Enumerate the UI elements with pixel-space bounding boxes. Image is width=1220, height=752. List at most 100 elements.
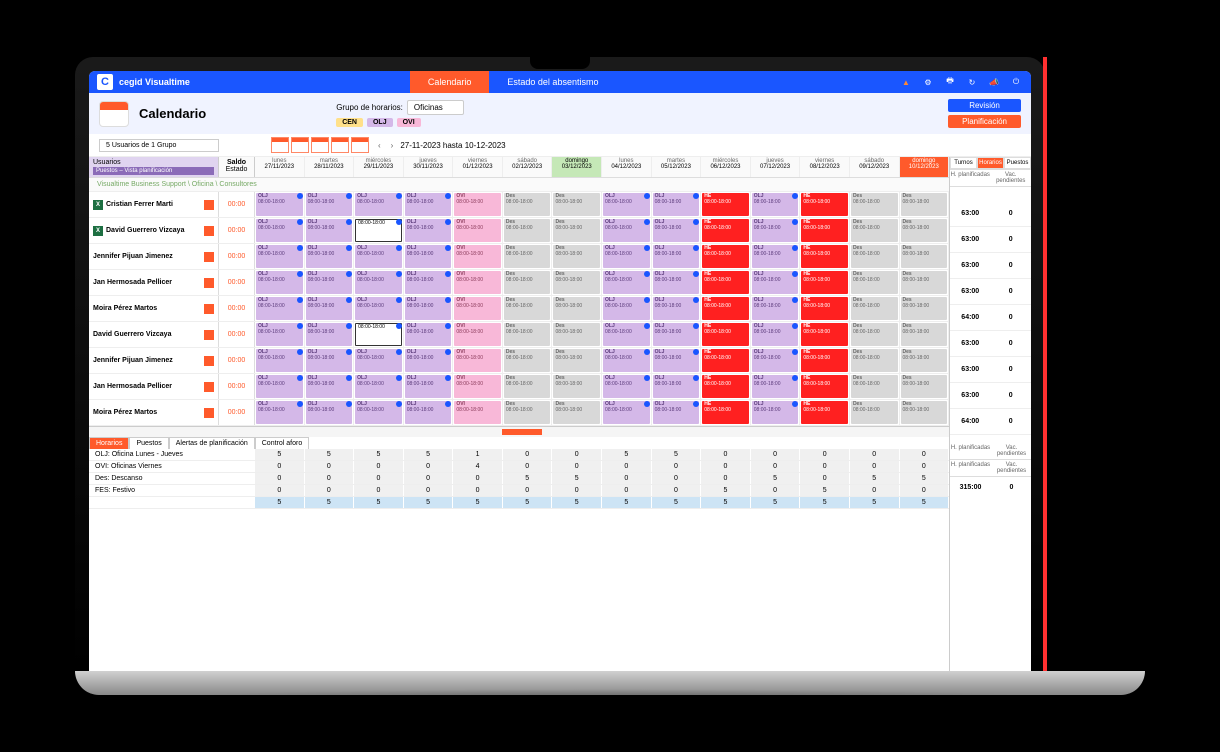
schedule-cell[interactable]: HE08:00-18:00 <box>800 296 850 321</box>
schedule-cell[interactable]: OLJ08:00-18:00 <box>652 374 702 399</box>
search-input[interactable]: 5 Usuarios de 1 Grupo <box>99 139 219 152</box>
excel-icon[interactable]: X <box>93 200 103 210</box>
schedule-cell[interactable]: OLJ08:00-18:00 <box>652 270 702 295</box>
schedule-cell[interactable]: OLJ08:00-18:00 <box>305 296 355 321</box>
view-cal-2[interactable] <box>291 137 309 153</box>
side-tab-puestos[interactable]: Puestos <box>1004 157 1031 169</box>
schedule-cell[interactable]: HE08:00-18:00 <box>800 270 850 295</box>
schedule-cell[interactable]: Des08:00-18:00 <box>900 400 950 425</box>
schedule-cell[interactable]: OLJ08:00-18:00 <box>404 322 454 347</box>
view-cal-4[interactable] <box>331 137 349 153</box>
schedule-cell[interactable]: OVI08:00-18:00 <box>453 244 503 269</box>
schedule-cell[interactable]: OLJ08:00-18:00 <box>255 374 305 399</box>
schedule-cell[interactable]: OLJ08:00-18:00 <box>602 218 652 243</box>
schedule-cell[interactable]: OLJ08:00-18:00 <box>354 296 404 321</box>
schedule-cell[interactable]: OLJ08:00-18:00 <box>652 296 702 321</box>
hdr-day[interactable]: miércoles29/11/2023 <box>354 157 404 177</box>
hdr-day[interactable]: jueves07/12/2023 <box>751 157 801 177</box>
prev-arrow-icon[interactable]: ‹ <box>375 141 384 150</box>
schedule-cell[interactable]: OLJ08:00-18:00 <box>652 322 702 347</box>
schedule-cell[interactable]: OVI08:00-18:00 <box>453 400 503 425</box>
status-icon[interactable] <box>204 252 214 262</box>
schedule-cell[interactable]: Des08:00-18:00 <box>900 270 950 295</box>
schedule-cell[interactable]: Des08:00-18:00 <box>850 244 900 269</box>
status-icon[interactable] <box>204 382 214 392</box>
warning-icon[interactable]: ▲ <box>899 75 913 89</box>
schedule-cell[interactable]: Des08:00-18:00 <box>900 374 950 399</box>
schedule-cell[interactable]: Des08:00-18:00 <box>850 374 900 399</box>
hdr-day[interactable]: jueves30/11/2023 <box>404 157 454 177</box>
schedule-cell[interactable]: OLJ08:00-18:00 <box>404 218 454 243</box>
schedule-cell[interactable]: 08:00-18:00 <box>354 322 404 347</box>
share-icon[interactable]: ⚙ <box>921 75 935 89</box>
schedule-cell[interactable]: Des08:00-18:00 <box>503 322 553 347</box>
view-cal-1[interactable] <box>271 137 289 153</box>
schedule-cell[interactable]: OLJ08:00-18:00 <box>751 244 801 269</box>
print-icon[interactable]: 🖶 <box>943 75 957 89</box>
planificacion-button[interactable]: Planificación <box>948 115 1021 128</box>
schedule-cell[interactable]: Des08:00-18:00 <box>503 374 553 399</box>
schedule-cell[interactable]: Des08:00-18:00 <box>552 296 602 321</box>
schedule-cell[interactable]: Des08:00-18:00 <box>552 244 602 269</box>
schedule-cell[interactable]: OLJ08:00-18:00 <box>305 192 355 217</box>
schedule-cell[interactable]: Des08:00-18:00 <box>503 348 553 373</box>
schedule-cell[interactable]: OVI08:00-18:00 <box>453 270 503 295</box>
schedule-cell[interactable]: OLJ08:00-18:00 <box>354 400 404 425</box>
hdr-day[interactable]: martes05/12/2023 <box>652 157 702 177</box>
schedule-cell[interactable]: Des08:00-18:00 <box>503 270 553 295</box>
schedule-cell[interactable]: Des08:00-18:00 <box>552 192 602 217</box>
schedule-cell[interactable]: HE08:00-18:00 <box>701 296 751 321</box>
schedule-cell[interactable]: OVI08:00-18:00 <box>453 192 503 217</box>
bottom-tab[interactable]: Alertas de planificación <box>169 437 255 449</box>
schedule-cell[interactable]: OLJ08:00-18:00 <box>602 322 652 347</box>
hdr-usuarios-sub[interactable]: Puestos – Vista planificación <box>93 167 214 175</box>
schedule-cell[interactable]: OLJ08:00-18:00 <box>255 348 305 373</box>
status-icon[interactable] <box>204 356 214 366</box>
schedule-cell[interactable]: OLJ08:00-18:00 <box>354 270 404 295</box>
hdr-usuarios[interactable]: Usuarios <box>93 159 214 166</box>
schedule-cell[interactable]: OLJ08:00-18:00 <box>255 322 305 347</box>
status-icon[interactable] <box>204 330 214 340</box>
schedule-cell[interactable]: OLJ08:00-18:00 <box>404 270 454 295</box>
employee-name[interactable]: XCristian Ferrer Marti <box>89 192 219 217</box>
hdr-day[interactable]: sábado02/12/2023 <box>503 157 553 177</box>
bottom-tab[interactable]: Horarios <box>89 437 129 449</box>
schedule-cell[interactable]: OLJ08:00-18:00 <box>751 400 801 425</box>
schedule-cell[interactable]: HE08:00-18:00 <box>800 244 850 269</box>
power-icon[interactable]: ⏻ <box>1009 75 1023 89</box>
schedule-cell[interactable]: HE08:00-18:00 <box>800 192 850 217</box>
side-tab-turnos[interactable]: Turnos <box>950 157 977 169</box>
employee-name[interactable]: XDavid Guerrero Vizcaya <box>89 218 219 243</box>
schedule-cell[interactable]: OLJ08:00-18:00 <box>652 218 702 243</box>
pill-ovi[interactable]: OVI <box>397 118 421 127</box>
hdr-day[interactable]: domingo10/12/2023 <box>900 157 950 177</box>
schedule-cell[interactable]: OVI08:00-18:00 <box>453 348 503 373</box>
pill-cen[interactable]: CEN <box>336 118 363 127</box>
schedule-cell[interactable]: OLJ08:00-18:00 <box>602 348 652 373</box>
employee-name[interactable]: Moira Pérez Martos <box>89 296 219 321</box>
schedule-cell[interactable]: Des08:00-18:00 <box>503 400 553 425</box>
hdr-day[interactable]: martes28/11/2023 <box>305 157 355 177</box>
schedule-cell[interactable]: OLJ08:00-18:00 <box>354 348 404 373</box>
schedule-cell[interactable]: OLJ08:00-18:00 <box>652 348 702 373</box>
schedule-cell[interactable]: OLJ08:00-18:00 <box>354 374 404 399</box>
hdr-day[interactable]: lunes27/11/2023 <box>255 157 305 177</box>
employee-name[interactable]: David Guerrero Vizcaya <box>89 322 219 347</box>
schedule-cell[interactable]: Des08:00-18:00 <box>850 348 900 373</box>
breadcrumb[interactable]: Visualtime Business Support \ Oficina \ … <box>89 178 949 192</box>
hdr-day[interactable]: lunes04/12/2023 <box>602 157 652 177</box>
schedule-cell[interactable]: Des08:00-18:00 <box>850 322 900 347</box>
schedule-cell[interactable]: OLJ08:00-18:00 <box>751 192 801 217</box>
schedule-cell[interactable]: OLJ08:00-18:00 <box>255 244 305 269</box>
hdr-day[interactable]: viernes08/12/2023 <box>800 157 850 177</box>
hdr-day[interactable]: sábado09/12/2023 <box>850 157 900 177</box>
pill-olj[interactable]: OLJ <box>367 118 393 127</box>
schedule-cell[interactable]: OLJ08:00-18:00 <box>305 270 355 295</box>
status-icon[interactable] <box>204 278 214 288</box>
schedule-cell[interactable]: OVI08:00-18:00 <box>453 296 503 321</box>
schedule-cell[interactable]: OVI08:00-18:00 <box>453 218 503 243</box>
schedule-cell[interactable]: Des08:00-18:00 <box>850 400 900 425</box>
schedule-cell[interactable]: Des08:00-18:00 <box>503 296 553 321</box>
schedule-cell[interactable]: HE08:00-18:00 <box>701 218 751 243</box>
schedule-cell[interactable]: HE08:00-18:00 <box>701 270 751 295</box>
